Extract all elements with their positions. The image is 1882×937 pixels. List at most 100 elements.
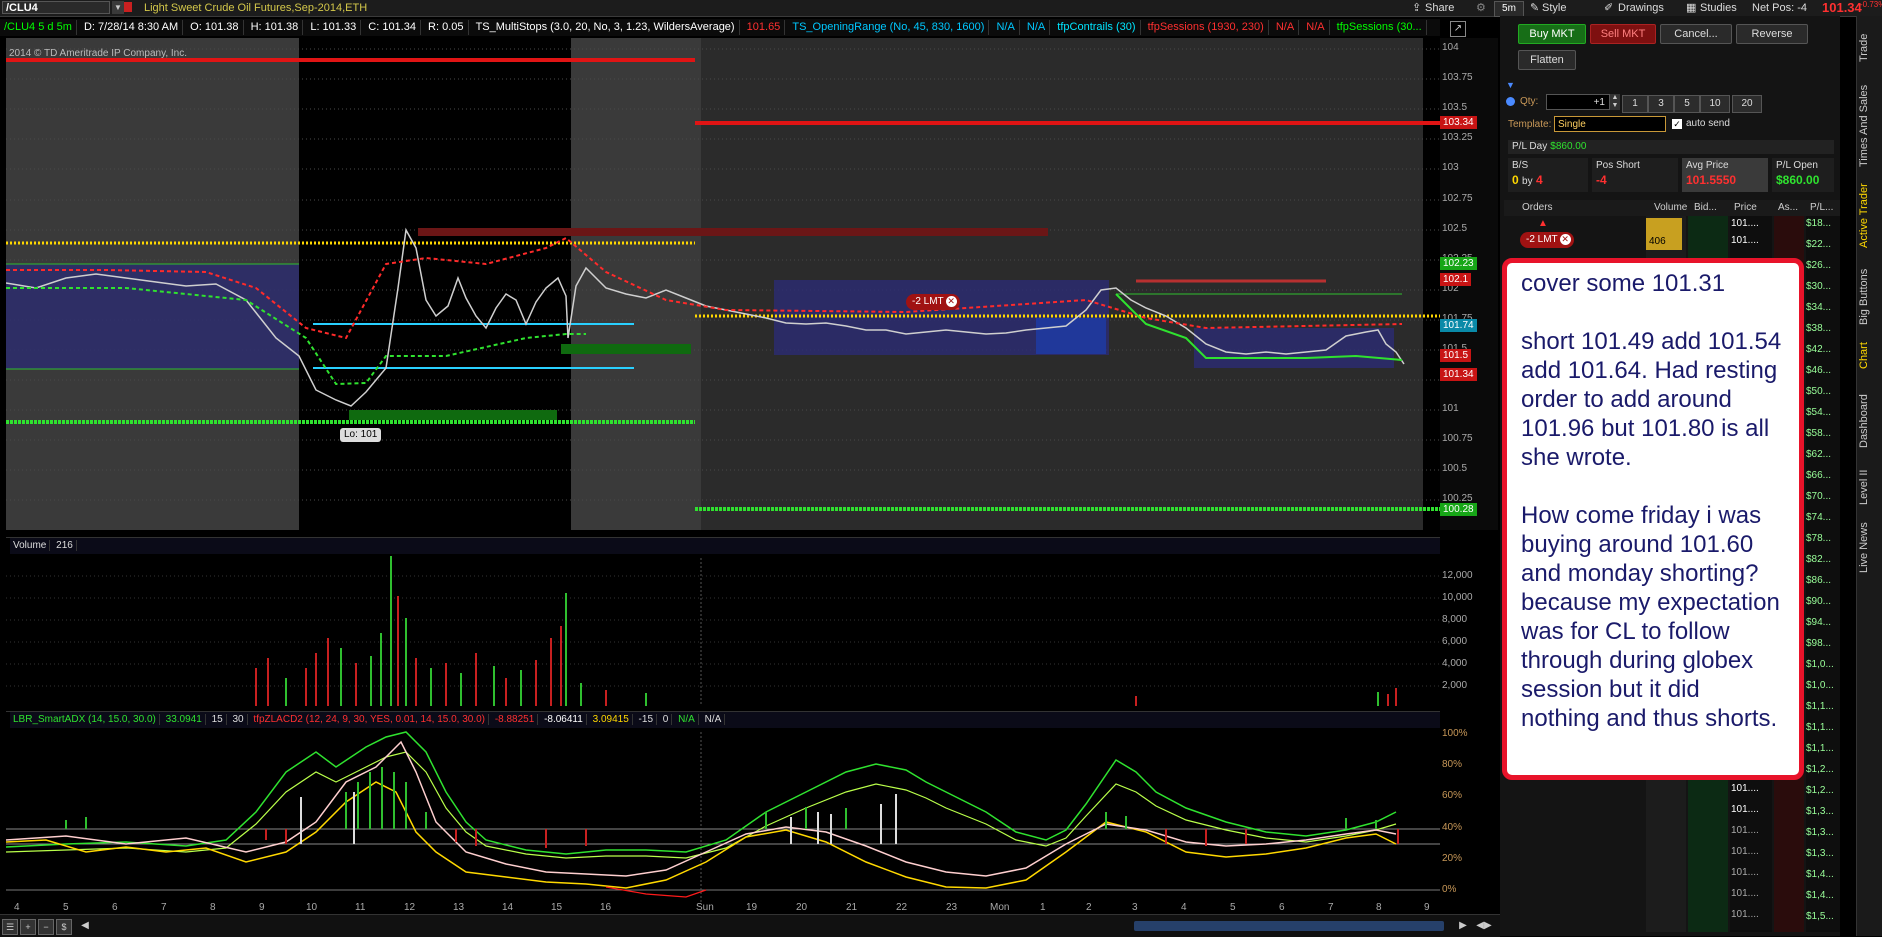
collapse-icon[interactable]: ▼ — [1506, 80, 1515, 90]
study-value-na: N/A — [1023, 20, 1051, 35]
range-box — [1194, 328, 1394, 368]
volume-bar — [1646, 218, 1682, 234]
scroll-right-icon[interactable]: ▶ — [1456, 919, 1470, 933]
horizontal-scrollbar[interactable] — [1134, 921, 1444, 931]
sell-mkt-button[interactable]: Sell MKT — [1590, 24, 1656, 44]
expand-horizontal-icon[interactable]: ◀▶ — [1474, 919, 1494, 933]
price-chart[interactable]: 2014 © TD Ameritrade IP Company, Inc. Lo… — [6, 38, 1440, 530]
annotation-note: cover some 101.31 short 101.49 add 101.5… — [1502, 258, 1804, 780]
study-sessions-30[interactable]: tfpSessions (30... — [1333, 20, 1427, 35]
studies-button[interactable]: Studies — [1700, 0, 1737, 16]
ladder-pl: $1,0... — [1806, 680, 1834, 691]
share-button[interactable]: Share — [1425, 0, 1454, 16]
settings-icon[interactable]: ⚙ — [1476, 0, 1486, 16]
studies-icon[interactable]: ▦ — [1686, 0, 1696, 16]
auto-send-checkbox[interactable]: ✓ — [1672, 119, 1682, 129]
ladder-pl: $1,0... — [1806, 659, 1834, 670]
study-contrails[interactable]: tfpContrails (30) — [1053, 20, 1141, 35]
price-tick: 102.75 — [1442, 193, 1473, 204]
ladder-pl: $82... — [1806, 554, 1832, 565]
quote-strip: /CLU4 5 d 5m D: 7/28/14 8:30 AM O: 101.3… — [0, 19, 1440, 36]
qty-preset-button[interactable]: 3 — [1648, 95, 1674, 113]
template-select[interactable]: Single — [1554, 116, 1666, 132]
zoom-in-icon[interactable]: + — [20, 919, 36, 935]
ladder-pl: $62... — [1806, 449, 1832, 460]
tab-times-and-sales[interactable]: Times And Sales — [1858, 80, 1880, 172]
buy-mkt-button[interactable]: Buy MKT — [1518, 24, 1586, 44]
time-tick: 23 — [946, 902, 958, 913]
cancel-order-icon[interactable]: ✕ — [945, 296, 957, 307]
ladder-pl: $1,4... — [1806, 869, 1834, 880]
time-tick: Sun — [696, 902, 714, 913]
cancel-button[interactable]: Cancel... — [1660, 24, 1732, 44]
qty-preset-button[interactable]: 5 — [1674, 95, 1700, 113]
study-multistops[interactable]: TS_MultiStops (3.0, 20, No, 3, 1.23, Wil… — [472, 20, 740, 35]
chevron-down-icon[interactable]: ▼ — [112, 1, 124, 14]
price-tick: 100.75 — [1442, 433, 1473, 444]
zoom-out-icon[interactable]: − — [38, 919, 54, 935]
timeframe-select[interactable]: 5m — [1494, 1, 1524, 17]
ladder-pl: $1,4... — [1806, 890, 1834, 901]
time-tick: 15 — [551, 902, 563, 913]
price-tick: 104 — [1442, 42, 1459, 53]
price-tag: 101.34 — [1440, 368, 1477, 381]
study-sessions[interactable]: tfpSessions (1930, 230) — [1144, 20, 1269, 35]
price-tick: 103.5 — [1442, 102, 1468, 113]
qty-preset-button[interactable]: 20 — [1732, 95, 1762, 113]
study-openingrange[interactable]: TS_OpeningRange (No, 45, 830, 1600) — [788, 20, 990, 35]
tab-dashboard[interactable]: Dashboard — [1858, 388, 1880, 454]
order-marker[interactable]: -2 LMT ✕ — [906, 294, 960, 310]
indicator-tick: 60% — [1442, 790, 1463, 801]
qty-preset-button[interactable]: 10 — [1700, 95, 1730, 113]
alert-icon[interactable] — [124, 2, 132, 12]
reverse-button[interactable]: Reverse — [1736, 24, 1808, 44]
ladder-pl: $74... — [1806, 512, 1832, 523]
scroll-left-icon[interactable]: ◀ — [78, 919, 92, 933]
ladder-price: 101.... — [1731, 825, 1759, 836]
share-icon[interactable]: ⇪ — [1412, 0, 1421, 16]
tab-level-ii[interactable]: Level II — [1858, 464, 1880, 510]
price-tick: 100.5 — [1442, 463, 1468, 474]
auto-send-label: auto send — [1686, 118, 1730, 129]
time-tick: 6 — [1279, 902, 1285, 913]
indicator-tick: 100% — [1442, 728, 1468, 739]
style-icon[interactable]: ✎ — [1530, 0, 1539, 16]
study-multistops-value: 101.65 — [743, 20, 786, 35]
symbol-description: Light Sweet Crude Oil Futures,Sep-2014,E… — [144, 2, 368, 14]
expand-icon[interactable]: ↗ — [1450, 21, 1466, 37]
indicator-tick: 0% — [1442, 884, 1457, 895]
time-tick: Mon — [990, 902, 1010, 913]
drawings-button[interactable]: Drawings — [1618, 0, 1664, 16]
indicator-pane[interactable]: LBR_SmartADX (14, 15.0, 30.0) 33.0941 15… — [6, 711, 1444, 902]
col-volume: Volume — [1654, 202, 1688, 213]
ladder-pl: $46... — [1806, 365, 1832, 376]
pl-day-bar: P/L Day $860.00 — [1508, 140, 1834, 154]
order-marker-label: -2 LMT — [912, 296, 944, 307]
cancel-order-icon[interactable]: ✕ — [1559, 234, 1571, 245]
tab-live-news[interactable]: Live News — [1858, 518, 1880, 578]
ladder-pl: $1,3... — [1806, 848, 1834, 859]
tab-trade[interactable]: Trade — [1858, 24, 1880, 72]
tab-big-buttons[interactable]: Big Buttons — [1858, 262, 1880, 332]
menu-icon[interactable]: ☰ — [2, 919, 18, 935]
tab-active-trader[interactable]: Active Trader — [1858, 180, 1880, 252]
range-box — [6, 264, 299, 369]
pl-day-label: P/L Day — [1512, 141, 1548, 152]
tab-chart[interactable]: Chart — [1858, 338, 1880, 374]
symbol-input[interactable]: /CLU4 — [2, 1, 110, 14]
style-button[interactable]: Style — [1542, 0, 1566, 16]
bs-box: B/S 0 by 4 — [1508, 158, 1588, 192]
dollar-icon[interactable]: $ — [56, 919, 72, 935]
ladder-pl: $38... — [1806, 323, 1832, 334]
volume-pane[interactable]: Volume 216 — [6, 537, 1444, 706]
bs-by: by — [1522, 176, 1533, 187]
ladder-order-badge[interactable]: -2 LMT ✕ — [1520, 232, 1574, 248]
flatten-button[interactable]: Flatten — [1518, 50, 1576, 70]
qty-preset-button[interactable]: 1 — [1622, 95, 1648, 113]
qty-input[interactable]: +1 — [1546, 94, 1610, 110]
drawings-icon[interactable]: ✐ — [1604, 0, 1613, 16]
study-value-na: N/A — [1272, 20, 1300, 35]
qty-stepper[interactable]: ▲ ▼ — [1610, 94, 1620, 110]
time-tick: 21 — [846, 902, 858, 913]
note-paragraph: cover some 101.31 — [1521, 270, 1726, 297]
